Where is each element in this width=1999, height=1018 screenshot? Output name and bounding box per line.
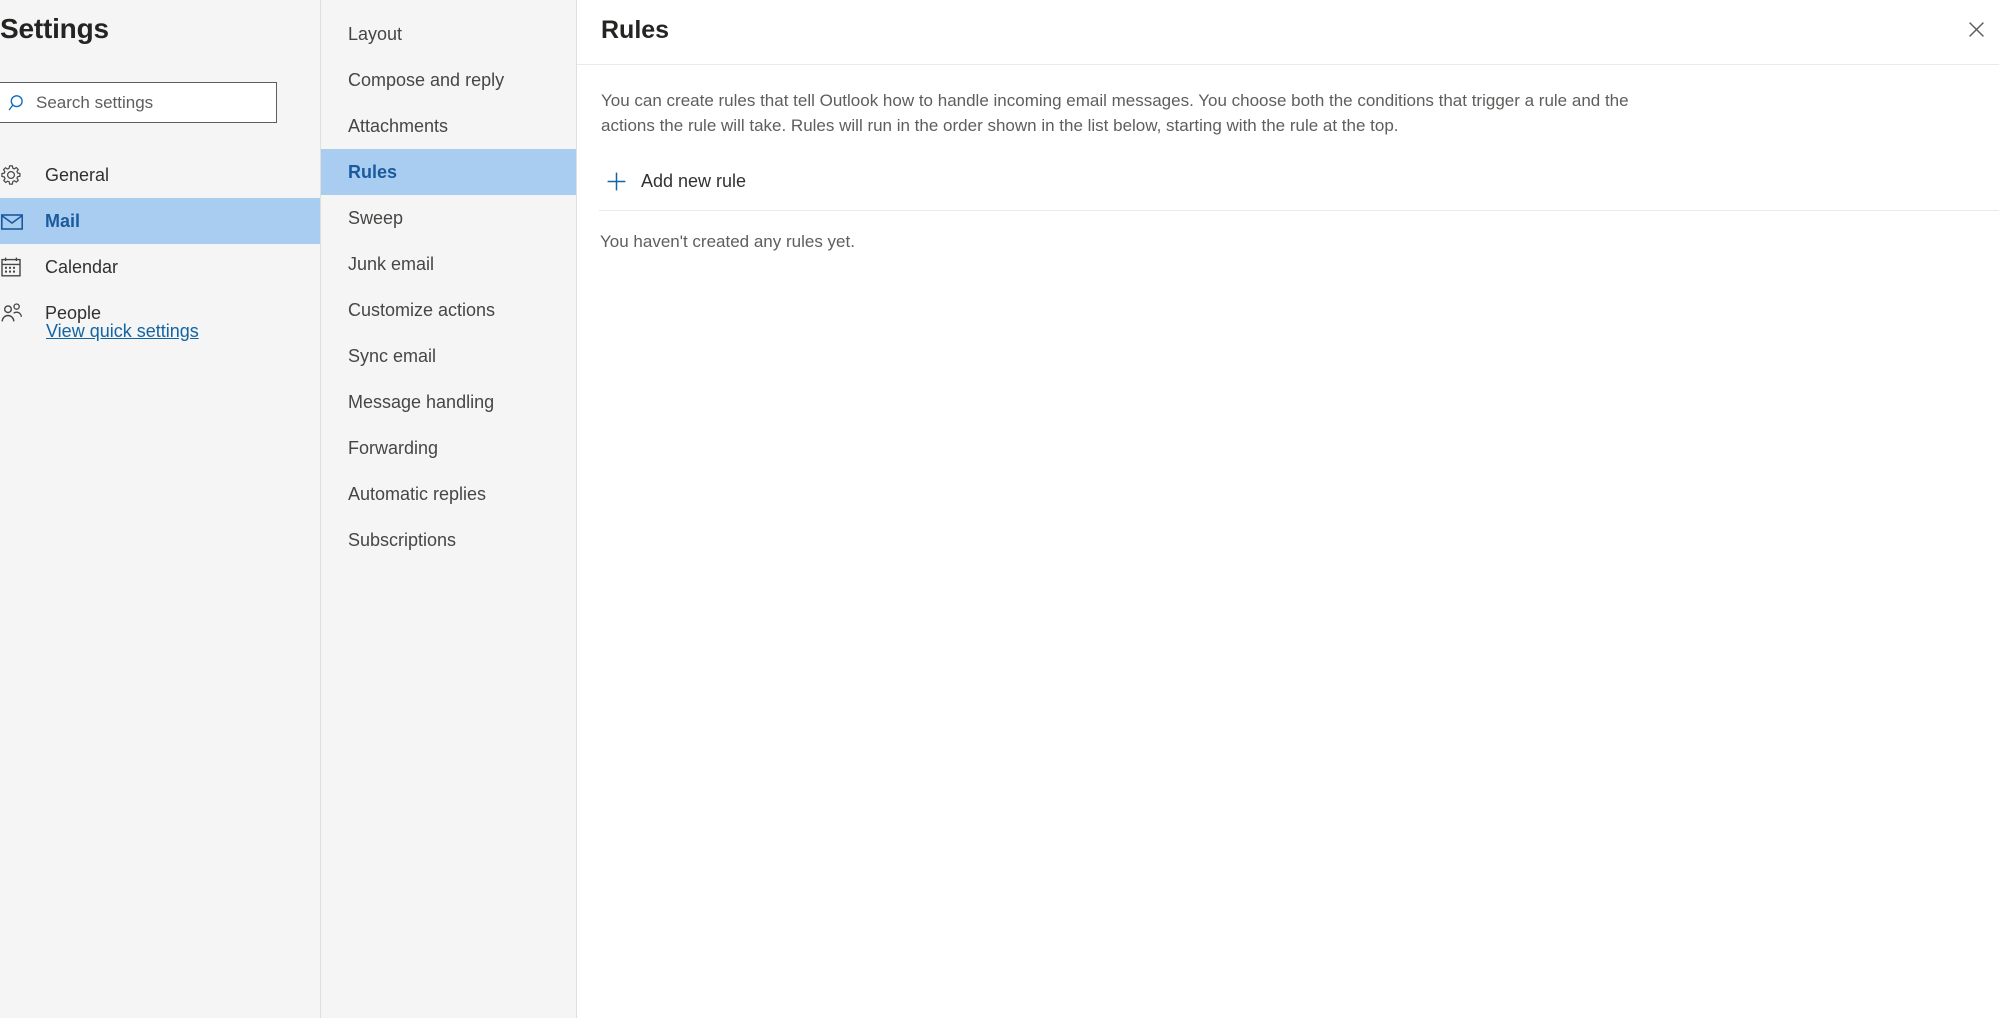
rules-divider	[599, 210, 1999, 211]
add-new-rule-button[interactable]: Add new rule	[599, 164, 752, 198]
settings-sidebar: Settings General	[0, 0, 320, 1018]
sidebar-item-calendar[interactable]: Calendar	[0, 244, 320, 290]
subnav-item-compose-and-reply[interactable]: Compose and reply	[321, 57, 576, 103]
sidebar-item-label: General	[45, 164, 110, 185]
page-title: Settings	[0, 13, 109, 44]
close-icon[interactable]	[1953, 9, 1999, 49]
subnav-item-customize-actions[interactable]: Customize actions	[321, 287, 576, 333]
calendar-icon	[0, 256, 34, 278]
mail-subnav: Layout Compose and reply Attachments Rul…	[320, 0, 577, 1018]
subnav-item-message-handling[interactable]: Message handling	[321, 379, 576, 425]
rules-panel: Rules You can create rules that tell Out…	[577, 0, 1999, 1018]
gear-icon	[0, 164, 34, 186]
subnav-item-layout[interactable]: Layout	[321, 11, 576, 57]
subnav-item-attachments[interactable]: Attachments	[321, 103, 576, 149]
subnav-item-forwarding[interactable]: Forwarding	[321, 425, 576, 471]
search-icon	[0, 83, 36, 122]
sidebar-item-general[interactable]: General	[0, 152, 320, 198]
search-input[interactable]	[36, 83, 276, 122]
subnav-item-sync-email[interactable]: Sync email	[321, 333, 576, 379]
settings-dialog: Settings General	[0, 0, 1999, 1018]
rules-empty-state: You haven't created any rules yet.	[600, 232, 855, 251]
subnav-item-sweep[interactable]: Sweep	[321, 195, 576, 241]
add-new-rule-label: Add new rule	[641, 170, 747, 191]
sidebar-item-label: Calendar	[45, 256, 119, 277]
search-settings-box[interactable]	[0, 82, 277, 123]
rules-description: You can create rules that tell Outlook h…	[601, 91, 1629, 135]
envelope-icon	[0, 210, 34, 232]
subnav-item-automatic-replies[interactable]: Automatic replies	[321, 471, 576, 517]
people-icon	[0, 302, 34, 324]
subnav-item-rules[interactable]: Rules	[321, 149, 576, 195]
content-title: Rules	[601, 16, 670, 44]
subnav-item-junk-email[interactable]: Junk email	[321, 241, 576, 287]
plus-icon	[599, 171, 633, 192]
settings-category-list: General Mail Calendar People	[0, 152, 320, 336]
sidebar-item-label: Mail	[45, 210, 81, 231]
subnav-item-subscriptions[interactable]: Subscriptions	[321, 517, 576, 563]
sidebar-item-mail[interactable]: Mail	[0, 198, 320, 244]
content-header: Rules	[577, 0, 1999, 65]
view-quick-settings-link[interactable]: View quick settings	[46, 321, 199, 342]
mail-subnav-list: Layout Compose and reply Attachments Rul…	[321, 11, 576, 563]
